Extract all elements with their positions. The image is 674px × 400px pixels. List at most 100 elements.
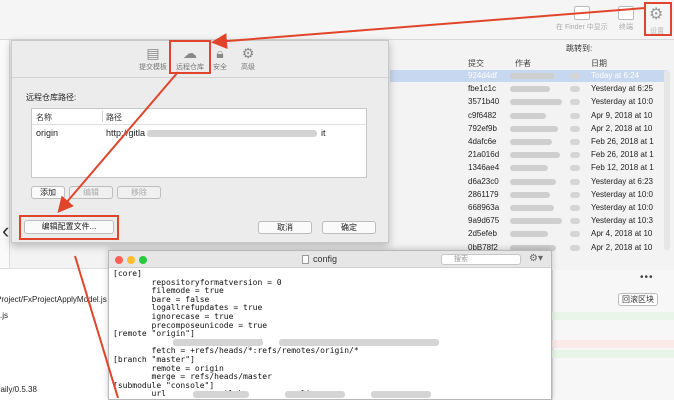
commit-date: Apr 4, 2018 at 10: [591, 229, 653, 239]
redacted-author: [510, 152, 560, 159]
table-row[interactable]: c9f6482 Apr 9, 2018 at 10: [390, 110, 666, 122]
redacted-author: [510, 125, 558, 132]
commit-date: Yesterday at 6:23: [591, 176, 653, 186]
redacted-author: [570, 86, 580, 93]
redacted-author: [510, 165, 548, 172]
table-row[interactable]: 21a016d Feb 26, 2018 at 1: [390, 149, 666, 161]
table-row[interactable]: 3571b40 Yesterday at 10:0: [390, 96, 666, 108]
commit-hash: 792ef9b: [468, 123, 497, 133]
commit-date: Apr 2, 2018 at 10: [591, 123, 653, 133]
settings-gear-icon[interactable]: ⚙: [649, 4, 663, 24]
redacted-author: [510, 112, 546, 119]
search-input[interactable]: 搜索: [441, 254, 521, 265]
config-text-area[interactable]: [core] repositoryformatversion = 0 filem…: [113, 270, 549, 398]
minimize-window-button[interactable]: [127, 256, 135, 264]
remote-paths-title: 远程仓库路径:: [26, 93, 77, 102]
redacted-author: [510, 178, 556, 185]
redacted-text: [173, 339, 263, 346]
table-row[interactable]: fbe1c1c Yesterday at 6:25: [390, 83, 666, 95]
table-row[interactable]: 668963a Yesterday at 10:0: [390, 202, 666, 214]
table-row[interactable]: 792ef9b Apr 2, 2018 at 10: [390, 123, 666, 135]
redacted-author: [510, 205, 554, 211]
commit-date: Feb 26, 2018 at 1: [591, 137, 654, 146]
table-row[interactable]: 9a9d675 Yesterday at 10:3: [390, 215, 666, 227]
table-row[interactable]: 1346ae4 Feb 12, 2018 at 1: [390, 162, 666, 174]
redacted-author: [570, 205, 580, 211]
finder-icon: [573, 6, 590, 20]
column-commit[interactable]: 提交: [468, 58, 484, 69]
redacted-author: [510, 218, 562, 225]
redacted-text: [193, 391, 249, 398]
gear-icon[interactable]: ⚙▾: [529, 253, 543, 264]
edit-config-highlight-box: [19, 215, 119, 240]
show-in-finder-label: 在 Finder 中显示: [556, 24, 608, 31]
commit-date: Feb 12, 2018 at 1: [591, 163, 654, 173]
header-path[interactable]: 路径: [106, 112, 122, 123]
table-row[interactable]: 2861179 Yesterday at 10:0: [390, 189, 666, 201]
header-name[interactable]: 名称: [36, 112, 52, 123]
column-date[interactable]: 日期: [591, 58, 607, 69]
window-titlebar: config ⌕ 搜索 ⚙▾: [109, 251, 551, 268]
branch-item[interactable]: daily/0.5.38: [0, 385, 37, 394]
redacted-author: [570, 125, 580, 132]
jump-to-dropdown[interactable]: 跳转到:: [566, 43, 592, 54]
diff-added-line: [552, 350, 674, 358]
diff-removed-line: [552, 340, 674, 348]
repository-settings-sheet: ▤ 提交模板 ☁ 远程仓库 🔒︎ 安全 ⚙ 高级 远程仓库路径: 名称 路径 o…: [11, 40, 389, 243]
tab-label: 高级: [241, 64, 255, 71]
commit-hash: c9f6482: [468, 110, 497, 120]
commit-date: Apr 9, 2018 at 10: [591, 110, 653, 120]
tab-advanced[interactable]: ⚙ 高级: [230, 45, 266, 72]
close-window-button[interactable]: [115, 256, 123, 264]
commit-hash: 3571b40: [468, 97, 500, 107]
gear-icon: ⚙: [241, 45, 255, 61]
terminal-icon: [618, 6, 634, 20]
commit-date: Yesterday at 10:0: [591, 97, 653, 107]
file-item[interactable]: Project/FxProjectApplyModel.js: [0, 295, 107, 304]
commit-date: Apr 2, 2018 at 10: [591, 242, 653, 252]
edit-remote-button[interactable]: 编辑: [69, 186, 113, 199]
commit-date: Today at 6:24: [591, 71, 640, 80]
remote-url-tail: it: [321, 128, 326, 138]
add-remote-button[interactable]: 添加: [31, 186, 65, 199]
redacted-author: [510, 139, 552, 145]
document-icon: [302, 255, 309, 264]
column-author[interactable]: 作者: [515, 58, 531, 69]
table-row[interactable]: 4dafc6e Feb 26, 2018 at 1: [390, 136, 666, 148]
redacted-author: [510, 231, 548, 238]
redacted-text: [371, 391, 431, 398]
redacted-url: [147, 130, 317, 137]
commit-scrollbar[interactable]: [664, 70, 670, 250]
chevron-left-icon[interactable]: ‹: [2, 218, 9, 244]
divider: [102, 111, 103, 122]
redacted-author: [510, 99, 562, 106]
redacted-author: [570, 178, 580, 185]
revert-hunk-button[interactable]: 回滚区块: [618, 293, 658, 306]
file-item[interactable]: .js: [0, 311, 8, 320]
tab-label: 提交模板: [139, 64, 167, 71]
remove-remote-button[interactable]: 移除: [117, 186, 161, 199]
ok-button[interactable]: 确定: [322, 221, 376, 234]
table-row[interactable]: 924d4df Today at 6:24: [390, 70, 666, 82]
redacted-author: [570, 244, 580, 251]
redacted-text: [279, 339, 439, 346]
remote-url-cell[interactable]: http://gitla: [106, 128, 145, 138]
table-row[interactable]: 2d5efeb Apr 4, 2018 at 10: [390, 228, 666, 240]
redacted-author: [570, 99, 580, 106]
commit-list-header: 跳转到:: [390, 40, 674, 56]
commit-date: Feb 26, 2018 at 1: [591, 150, 654, 160]
redacted-author: [570, 165, 580, 172]
commit-date: Yesterday at 10:0: [591, 203, 653, 212]
more-icon[interactable]: •••: [640, 272, 654, 283]
show-in-finder-button[interactable]: 在 Finder 中显示: [556, 6, 608, 32]
diff-added-line: [552, 312, 674, 320]
commit-date: Yesterday at 6:25: [591, 84, 653, 94]
table-row[interactable]: d6a23c0 Yesterday at 6:23: [390, 176, 666, 188]
remote-name-cell[interactable]: origin: [36, 128, 58, 138]
redacted-author: [570, 112, 580, 119]
tab-commit-template[interactable]: ▤ 提交模板: [135, 45, 171, 72]
terminal-button[interactable]: 终端: [618, 6, 634, 32]
commit-date: Yesterday at 10:0: [591, 189, 653, 199]
cancel-button[interactable]: 取消: [258, 221, 312, 234]
zoom-window-button[interactable]: [139, 256, 147, 264]
